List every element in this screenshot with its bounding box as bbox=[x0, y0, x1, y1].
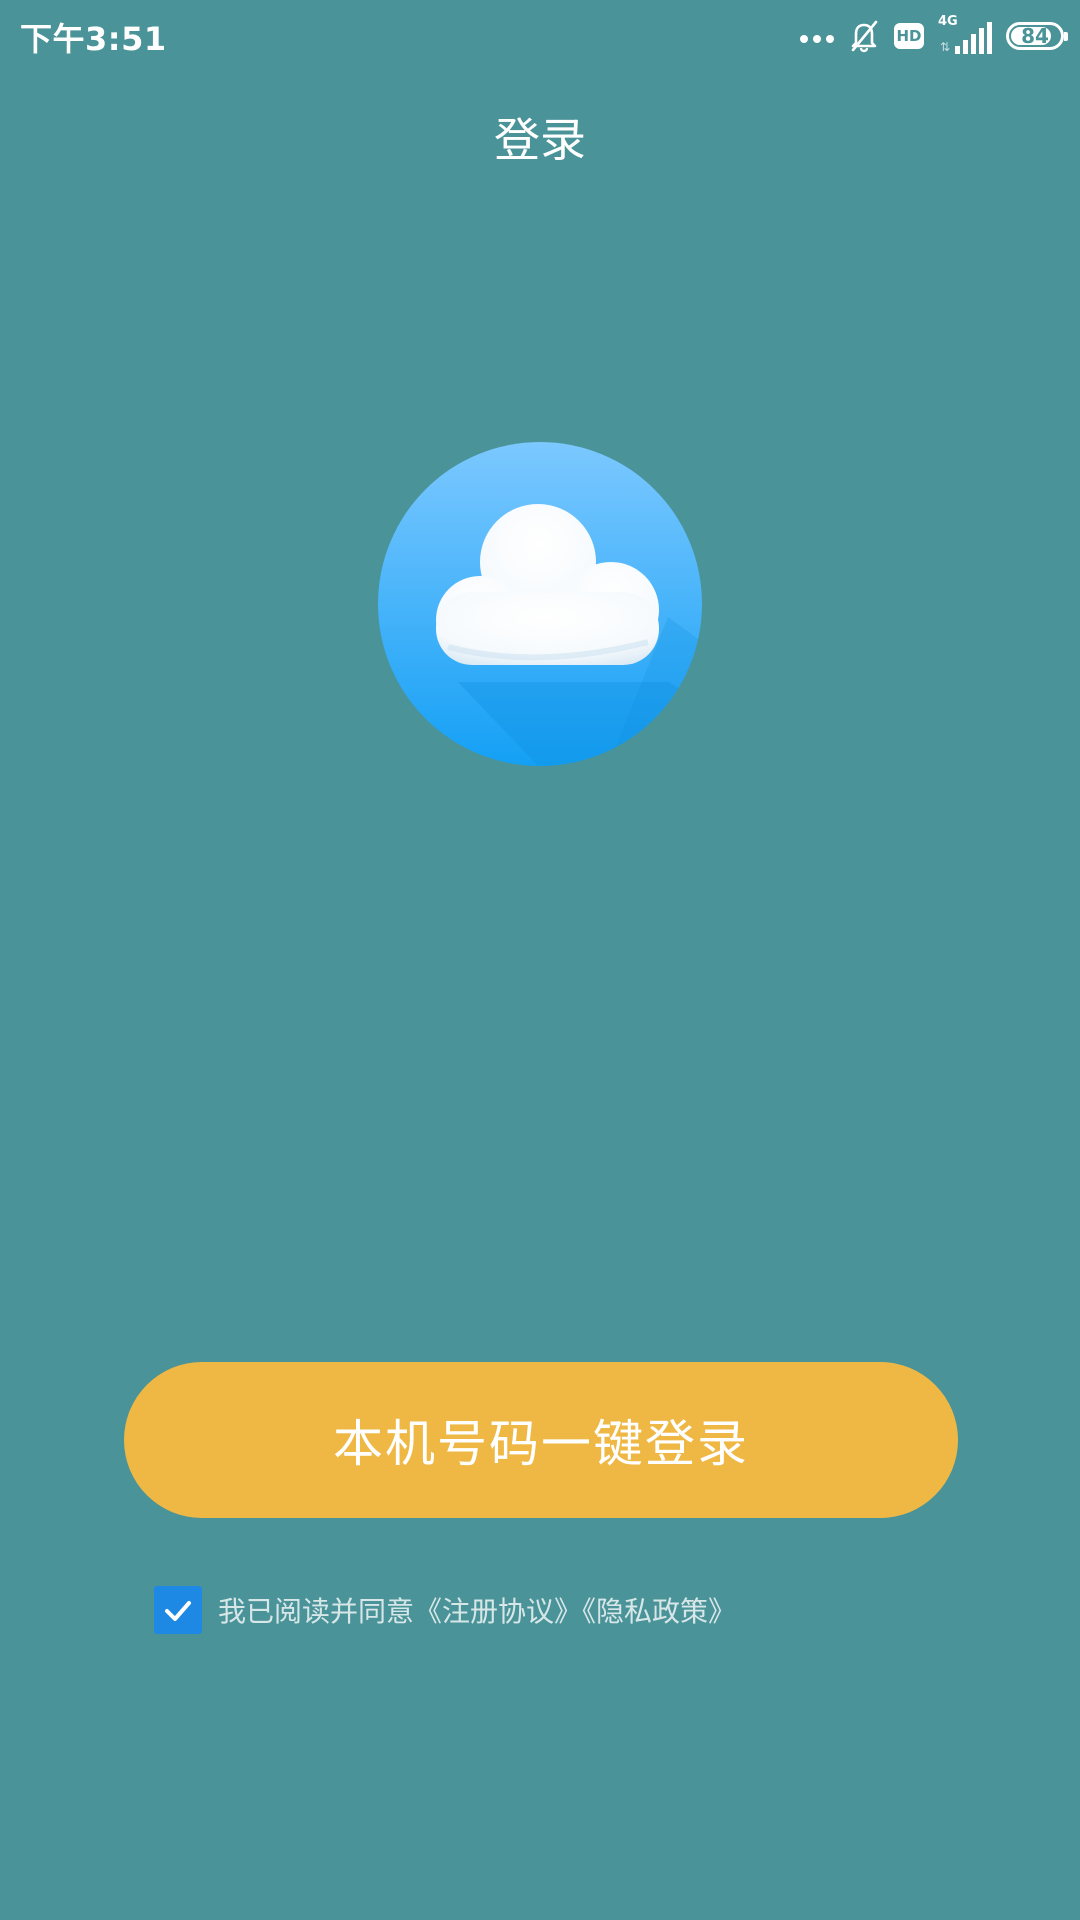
more-dots-icon bbox=[800, 35, 834, 43]
cloud-icon bbox=[378, 442, 702, 766]
check-icon bbox=[165, 1601, 191, 1621]
agreement-text[interactable]: 我已阅读并同意《注册协议》《隐私政策》 bbox=[218, 1590, 736, 1630]
bell-off-icon bbox=[851, 20, 878, 53]
agreement-row: 我已阅读并同意《注册协议》《隐私政策》 bbox=[154, 1586, 736, 1634]
one-click-login-button[interactable]: 本机号码一键登录 bbox=[124, 1362, 958, 1518]
status-bar: 下午3:51 HD 4G ⇅ 84 bbox=[0, 0, 1080, 72]
battery-icon: 84 bbox=[1006, 22, 1068, 50]
agreement-checkbox[interactable] bbox=[154, 1586, 202, 1634]
status-icons: HD 4G ⇅ 84 bbox=[800, 14, 1068, 58]
status-time: 下午3:51 bbox=[20, 20, 167, 58]
page-title: 登录 bbox=[494, 113, 586, 167]
hd-icon: HD bbox=[894, 23, 924, 49]
battery-level: 84 bbox=[1021, 24, 1049, 48]
signal-icon: 4G ⇅ bbox=[938, 14, 992, 56]
